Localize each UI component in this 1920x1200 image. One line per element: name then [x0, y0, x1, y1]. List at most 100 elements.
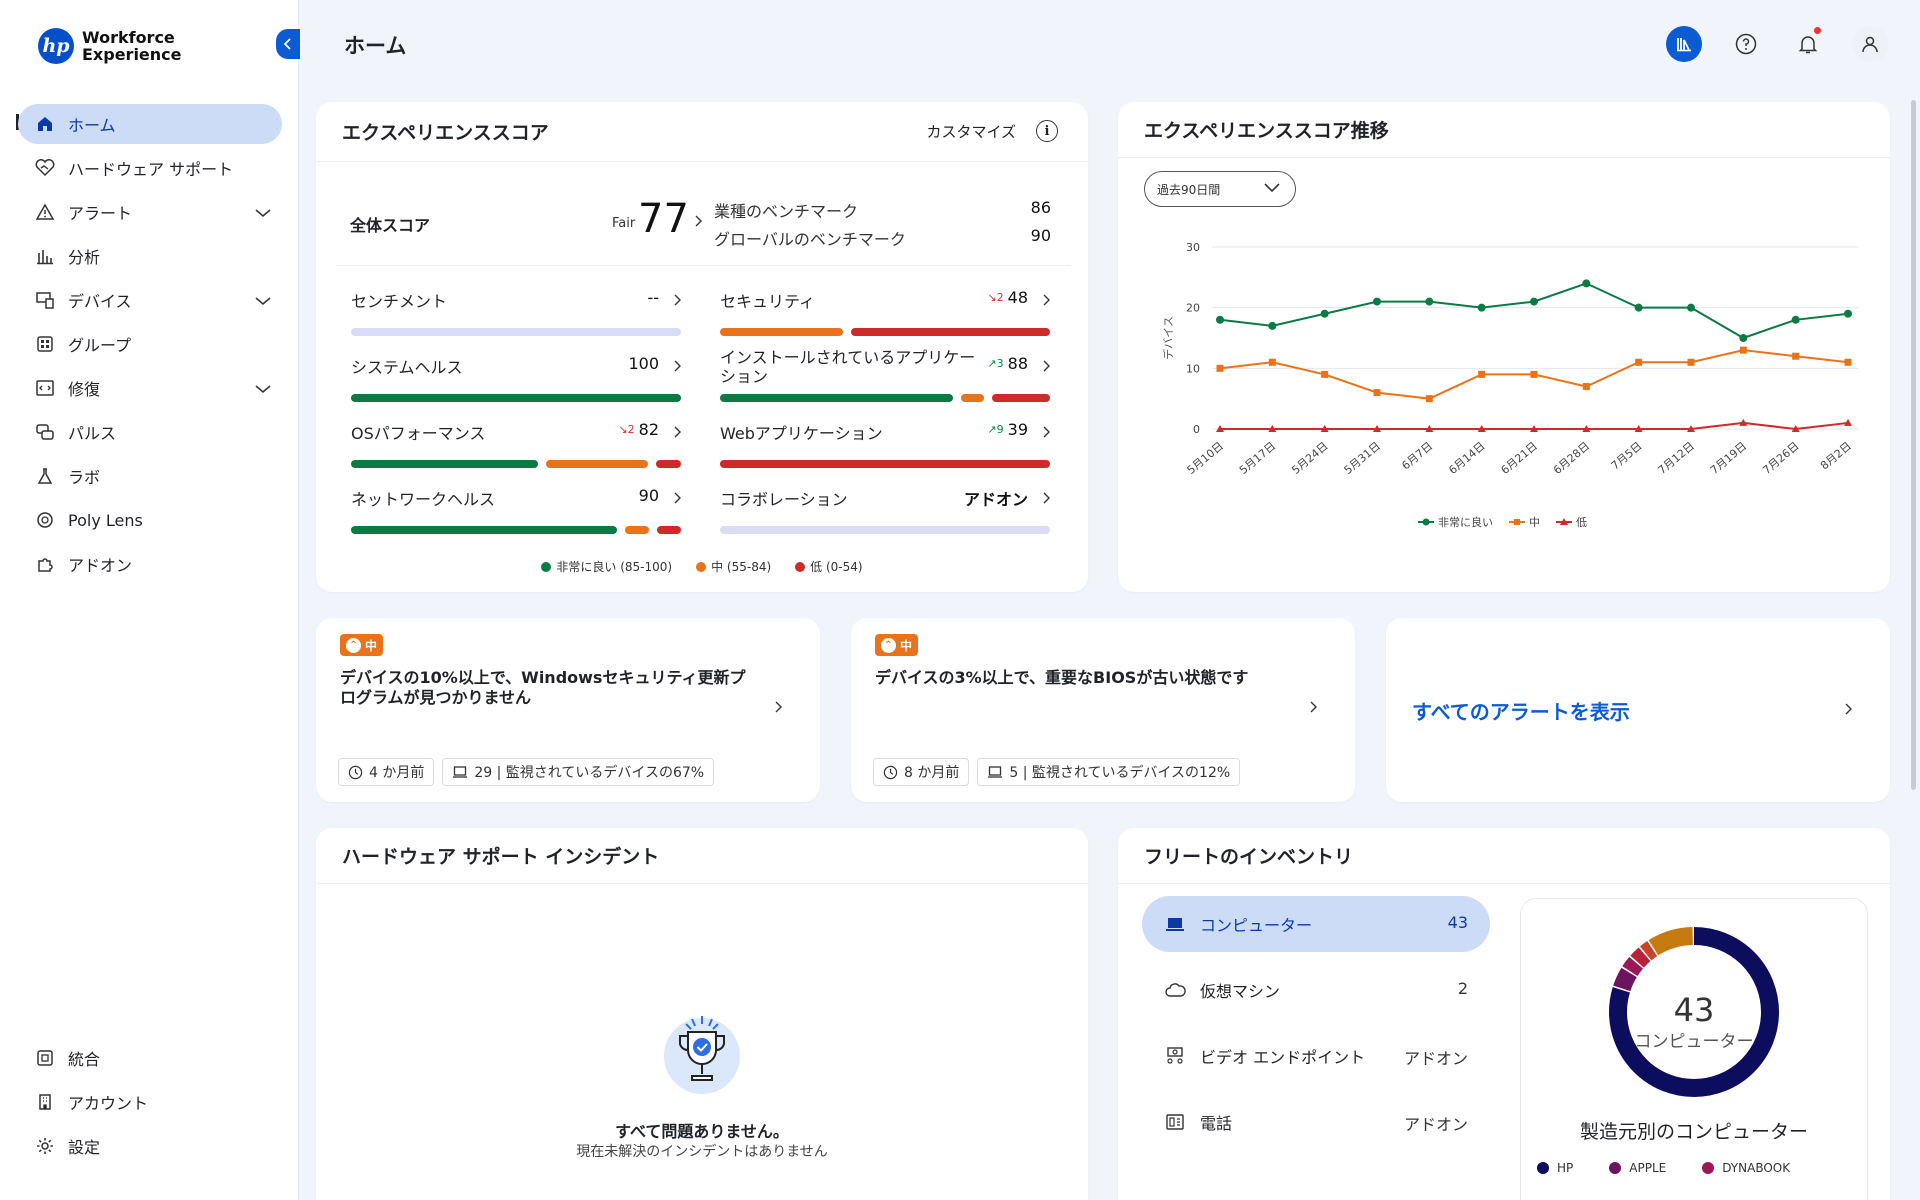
series-line: [1219, 282, 1849, 340]
sidebar-item-hardware-support[interactable]: ハードウェア サポート: [18, 148, 282, 188]
legend-hp[interactable]: HP: [1537, 1161, 1573, 1175]
notification-dot: [1814, 27, 1821, 34]
sidebar-item-pulse[interactable]: パルス: [18, 412, 282, 452]
legend-label: 中: [1529, 516, 1540, 529]
metric-system-health[interactable]: システムヘルス 100: [351, 354, 681, 404]
customize-button[interactable]: カスタマイズ i: [926, 120, 1058, 142]
data-point: [1582, 383, 1590, 391]
collapse-sidebar-button[interactable]: [276, 29, 300, 59]
info-icon[interactable]: i: [1036, 120, 1058, 142]
page-scrollbar[interactable]: [1911, 100, 1916, 790]
chevron-right-icon[interactable]: [673, 423, 681, 442]
incident-substatus: 現在未解決のインシデントはありません: [576, 1144, 828, 1160]
metric-name: ネットワークヘルス: [351, 490, 496, 509]
legend-good: 非常に良い (85-100): [541, 558, 672, 575]
sidebar-item-groups[interactable]: グループ: [18, 324, 282, 364]
sidebar-item-home[interactable]: ホーム: [18, 104, 282, 144]
chevron-down-icon[interactable]: [254, 379, 272, 398]
chevron-right-icon[interactable]: [774, 698, 782, 717]
metric-number: 88: [1007, 354, 1028, 373]
x-tick-label: 6月21日: [1499, 439, 1540, 477]
user-menu-button[interactable]: [1852, 26, 1888, 62]
sidebar-item-account[interactable]: アカウント: [18, 1082, 282, 1122]
card-header: エクスペリエンススコア推移: [1118, 102, 1890, 158]
time-label: 4 か月前: [369, 765, 425, 781]
sidebar-item-analytics[interactable]: 分析: [18, 236, 282, 276]
chevron-right-icon[interactable]: [673, 291, 681, 310]
laptop-icon: [452, 765, 468, 779]
x-tick-label: 5月24日: [1289, 439, 1330, 477]
alert-card[interactable]: ⌃ 中 デバイスの3%以上で、重要なBIOSが古い状態です 8 か月前 5 | 監…: [851, 618, 1355, 802]
notifications-button[interactable]: [1790, 26, 1826, 62]
bar-chart-icon: [34, 245, 56, 267]
period-dropdown[interactable]: 過去90日間: [1144, 171, 1296, 207]
chevron-right-icon[interactable]: [673, 489, 681, 508]
metric-collaboration[interactable]: コラボレーション アドオン: [720, 486, 1050, 536]
view-all-alerts-card[interactable]: すべてのアラートを表示: [1386, 618, 1890, 802]
inventory-item-video-endpoints[interactable]: ビデオ エンドポイント アドオン: [1142, 1028, 1490, 1084]
metric-security[interactable]: セキュリティ ↘2 48: [720, 288, 1050, 338]
metric-installed-apps[interactable]: インストールされているアプリケーション ↗3 88: [720, 346, 1050, 404]
sidebar-item-label: 分析: [68, 248, 101, 267]
legend-dot: [1609, 1162, 1622, 1174]
metric-sentiment[interactable]: センチメント --: [351, 288, 681, 338]
inventory-item-phones[interactable]: 電話 アドオン: [1142, 1094, 1490, 1150]
overall-score-row[interactable]: 全体スコア Fair 77 業種のベンチマーク 86 グローバルのベンチマーク …: [336, 184, 1071, 266]
sidebar-item-devices[interactable]: デバイス: [18, 280, 282, 320]
data-point: [1530, 370, 1538, 378]
legend-apple[interactable]: APPLE: [1609, 1161, 1666, 1175]
data-point: [1844, 309, 1852, 318]
data-point: [1687, 303, 1695, 312]
integration-icon: [34, 1047, 56, 1069]
sidebar-item-alerts[interactable]: アラート: [18, 192, 282, 232]
data-point: [1792, 352, 1800, 360]
metric-network-health[interactable]: ネットワークヘルス 90: [351, 486, 681, 536]
chevron-right-icon[interactable]: [1042, 291, 1050, 310]
legend-marker: [1514, 519, 1520, 525]
metric-value: アドオン: [963, 490, 1028, 509]
chevron-right-icon[interactable]: [1042, 489, 1050, 508]
inventory-item-computers[interactable]: コンピューター 43: [1142, 896, 1490, 952]
laptop-icon: [1164, 913, 1186, 935]
help-button[interactable]: [1728, 26, 1764, 62]
bar-low: [992, 394, 1050, 402]
x-tick-label: 5月10日: [1185, 439, 1226, 477]
alert-card[interactable]: ⌃ 中 デバイスの10%以上で、Windowsセキュリティ更新プログラムが見つかり…: [316, 618, 820, 802]
inventory-item-vms[interactable]: 仮想マシン 2: [1142, 962, 1490, 1018]
sidebar-item-label: 設定: [68, 1138, 101, 1157]
chevron-right-icon[interactable]: [673, 357, 681, 376]
chevron-right-icon[interactable]: [1309, 698, 1317, 717]
sidebar-item-addons[interactable]: アドオン: [18, 544, 282, 584]
metric-web-apps[interactable]: Webアプリケーション ↗9 39: [720, 420, 1050, 470]
industry-benchmark-label: 業種のベンチマーク: [714, 202, 859, 221]
sidebar-item-remediation[interactable]: 修復: [18, 368, 282, 408]
sidebar-item-labs[interactable]: ラボ: [18, 456, 282, 496]
chevron-right-icon[interactable]: [1844, 700, 1852, 719]
chevron-right-icon[interactable]: [1042, 357, 1050, 376]
data-point: [1844, 358, 1852, 366]
hp-logo-icon: hp: [38, 28, 74, 64]
sidebar-item-settings[interactable]: 設定: [18, 1126, 282, 1166]
x-tick-label: 7月12日: [1656, 439, 1697, 477]
flask-icon: [34, 465, 56, 487]
chevron-right-icon[interactable]: [1042, 423, 1050, 442]
chevron-right-icon[interactable]: [694, 212, 702, 231]
metric-os-performance[interactable]: OSパフォーマンス ↘2 82: [351, 420, 681, 470]
sidebar-item-poly-lens[interactable]: Poly Lens: [18, 500, 282, 540]
period-value: 過去90日間: [1157, 182, 1221, 197]
view-all-alerts-link[interactable]: すべてのアラートを表示: [1412, 696, 1630, 725]
devices-icon: [34, 289, 56, 311]
legend-label: DYNABOOK: [1722, 1161, 1791, 1175]
chevron-down-icon[interactable]: [254, 203, 272, 222]
chevron-down-icon[interactable]: [254, 291, 272, 310]
global-benchmark-label: グローバルのベンチマーク: [714, 230, 906, 249]
library-button[interactable]: [1666, 26, 1702, 62]
app-logo[interactable]: hp Workforce Experience: [38, 28, 182, 64]
sidebar-item-label: アドオン: [68, 556, 133, 575]
inventory-label: コンピューター: [1200, 916, 1313, 935]
lens-icon: [34, 509, 56, 531]
legend-dynabook[interactable]: DYNABOOK: [1702, 1161, 1790, 1175]
x-tick-label: 8月2日: [1818, 439, 1854, 472]
devices-label: 5 | 監視されているデバイスの12%: [1009, 765, 1231, 781]
sidebar-item-integrations[interactable]: 統合: [18, 1038, 282, 1078]
